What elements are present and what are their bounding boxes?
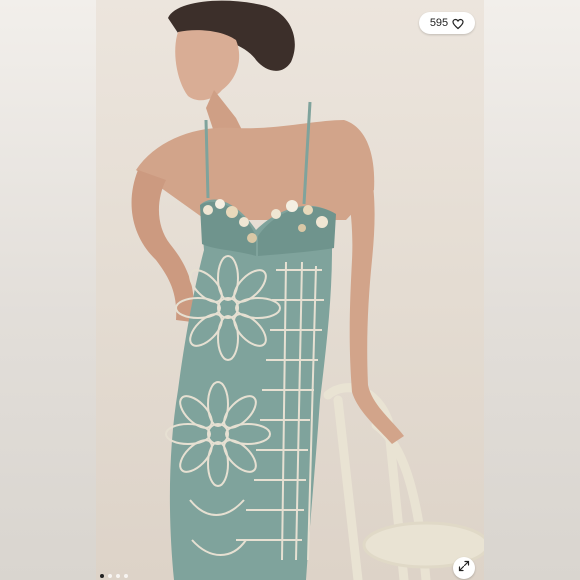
expand-image-button[interactable]	[453, 557, 475, 579]
gallery-dot-1[interactable]	[100, 574, 104, 578]
chair	[323, 383, 484, 580]
product-image-viewer: 595	[0, 0, 580, 580]
like-button[interactable]: 595	[419, 12, 475, 34]
gallery-dot-3[interactable]	[116, 574, 120, 578]
product-photo[interactable]	[96, 0, 484, 580]
gallery-dot-2[interactable]	[108, 574, 112, 578]
heart-outline-icon	[452, 17, 464, 30]
blurred-background-right	[484, 0, 580, 580]
like-count: 595	[429, 17, 449, 29]
photo-illustration	[131, 0, 484, 580]
gallery-dot-4[interactable]	[124, 574, 128, 578]
shoulders	[136, 120, 375, 220]
gallery-pagination	[100, 574, 128, 578]
expand-arrows-icon	[458, 559, 470, 577]
blurred-background-left	[0, 0, 96, 580]
face	[175, 30, 240, 101]
